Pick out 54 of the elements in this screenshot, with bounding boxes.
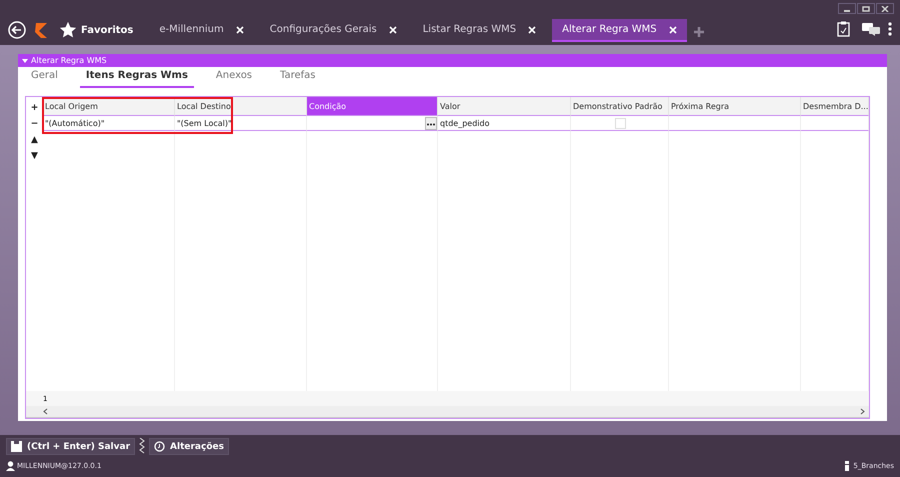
changes-button[interactable]: Alterações [149,438,229,455]
column-header[interactable]: Desmembra D... [801,97,870,116]
collapse-icon[interactable] [22,58,28,62]
tab[interactable]: Anexos [210,70,258,88]
separator-icon [139,438,146,455]
tab[interactable]: Listar Regras WMS [412,19,546,42]
table-cell: qtde_pedido [438,116,571,131]
minimize-button[interactable] [838,3,856,14]
ellipsis-icon [427,122,435,126]
maximize-icon [862,6,870,12]
maximize-button[interactable] [857,3,875,14]
close-icon[interactable] [236,26,244,34]
floppy-icon [11,441,22,452]
close-button[interactable] [876,3,894,14]
panel-header[interactable]: Alterar Regra WMS [18,54,888,67]
ellipsis-button[interactable] [425,116,437,130]
tab[interactable]: Itens Regras Wms [80,70,194,88]
column-header[interactable]: Condição [307,97,438,116]
column-header[interactable]: Valor [438,97,571,116]
tab[interactable]: e-Millennium [149,19,254,42]
row-control-button[interactable]: + [30,100,38,116]
logo-icon [33,21,49,39]
table-cell: "(Sem Local)" [175,116,307,131]
table-cell: "(Automático)" [43,116,175,131]
add-tab-icon[interactable] [692,26,705,38]
back-icon[interactable] [8,21,26,39]
save-button[interactable]: (Ctrl + Enter) Salvar [6,438,136,455]
horizontal-scrollbar[interactable] [26,406,870,418]
tab[interactable]: Configurações Gerais [260,19,407,42]
row-control-button[interactable]: ▲ [31,132,38,148]
close-icon[interactable] [528,26,536,34]
checkbox[interactable] [615,118,626,128]
row-control-button[interactable]: ▼ [31,148,38,164]
tab[interactable]: Geral [25,70,64,88]
scroll-right-icon[interactable] [860,408,866,415]
more-icon[interactable] [888,22,892,36]
info-icon [845,461,850,471]
column-header[interactable]: Demonstrativo Padrão [571,97,669,116]
close-icon[interactable] [388,26,397,34]
history-icon [154,441,166,452]
column-header[interactable]: Próxima Regra [669,97,801,116]
column-header[interactable]: Local Destino [175,97,307,116]
panel-title: Alterar Regra WMS [31,56,107,65]
clipboard-icon[interactable] [837,21,850,37]
close-icon[interactable] [668,26,677,34]
tab[interactable]: Tarefas [274,70,322,88]
scroll-left-icon[interactable] [43,408,48,415]
chat-icon[interactable] [862,23,880,36]
close-icon [881,6,889,12]
favorites-label[interactable]: Favoritos [81,19,134,42]
tab[interactable]: Alterar Regra WMS [552,19,687,42]
user-icon [6,461,15,471]
star-icon[interactable] [59,21,77,39]
row-control-button[interactable]: − [30,116,38,132]
